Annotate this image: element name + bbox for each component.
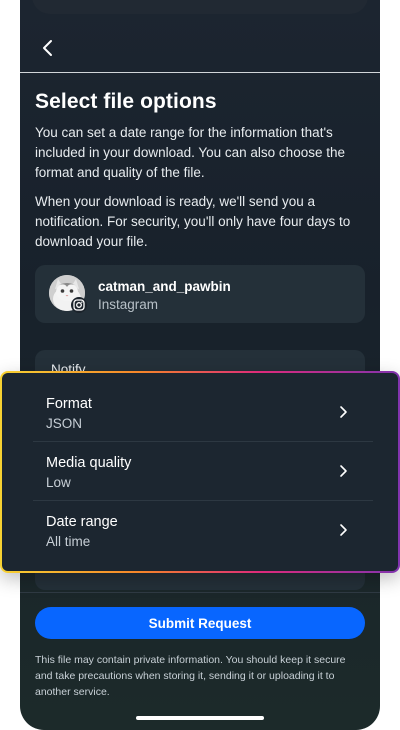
option-label-media-quality: Media quality [46,455,132,471]
phone-top-edge [32,0,368,14]
privacy-disclaimer: This file may contain private informatio… [35,654,346,698]
intro-paragraph: You can set a date range for the informa… [35,125,345,180]
chevron-left-icon [43,40,52,56]
chevron-right-icon [340,465,347,477]
chevron-right-icon [340,406,347,418]
media-quality-option[interactable]: Media quality Low [33,442,373,500]
date-range-option[interactable]: Date range All time [33,501,373,559]
chevron-right-icon [340,524,347,536]
notification-paragraph: When your download is ready, we'll send … [35,194,351,249]
option-label-date-range: Date range [46,514,118,530]
account-card: catman_and_pawbin Instagram [35,265,365,323]
phone-screen: Select file options You can set a date r… [20,0,380,730]
back-button[interactable] [36,36,60,60]
instagram-icon [71,297,87,313]
submit-request-button[interactable]: Submit Request [35,607,365,639]
home-indicator [136,716,264,720]
option-value-format: JSON [46,416,83,431]
option-label-format: Format [46,396,92,412]
page-title: Select file options [35,90,217,113]
option-value-media-quality: Low [46,475,71,490]
header-divider [20,72,380,73]
footer-divider [20,592,380,593]
option-value-date-range: All time [46,534,91,549]
format-option[interactable]: Format JSON [33,383,373,441]
account-platform: Instagram [98,297,159,312]
file-options-panel: Format JSON Media quality Low Date range… [0,371,400,573]
account-username: catman_and_pawbin [98,279,231,294]
